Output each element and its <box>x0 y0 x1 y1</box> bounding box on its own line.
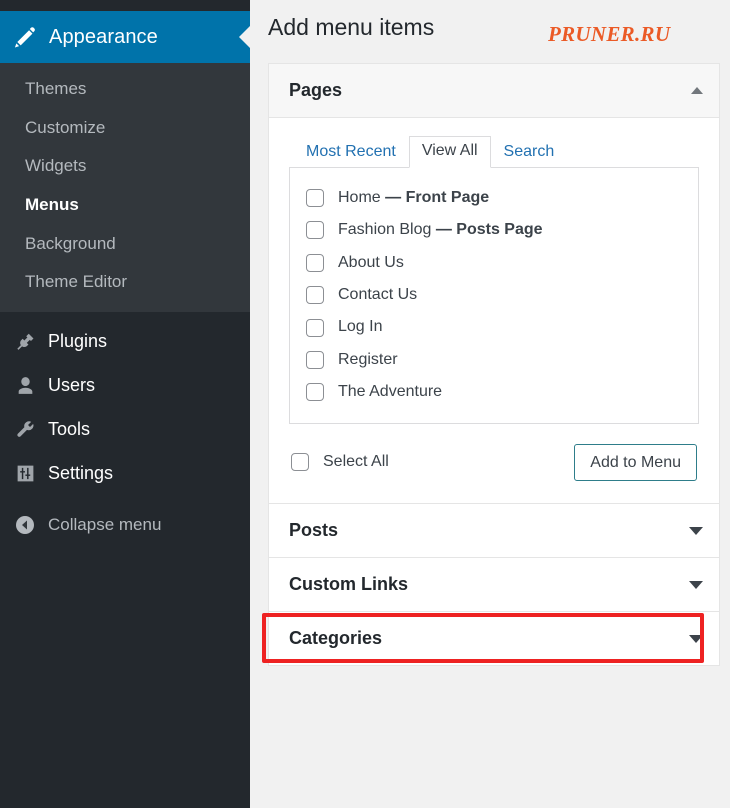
list-item[interactable]: Register <box>306 344 682 376</box>
chevron-down-icon[interactable] <box>689 580 703 589</box>
sidebar-item-settings[interactable]: Settings <box>0 452 250 496</box>
wrench-icon <box>12 419 38 441</box>
pages-checkbox-list: Home — Front Page Fashion Blog — Posts P… <box>289 167 699 424</box>
sliders-icon <box>12 463 38 485</box>
sidebar-subitem-background[interactable]: Background <box>0 225 250 264</box>
checkbox-the-adventure[interactable] <box>306 383 324 402</box>
sidebar-item-plugins[interactable]: Plugins <box>0 320 250 364</box>
user-icon <box>12 375 38 397</box>
list-item-suffix: — Front Page <box>385 188 490 206</box>
checkbox-log-in[interactable] <box>306 318 324 337</box>
checkbox-fashion-blog[interactable] <box>306 221 324 240</box>
pages-panel-footer: Select All Add to Menu <box>289 424 699 486</box>
plug-icon <box>12 331 38 353</box>
panel-categories-title: Categories <box>289 628 383 649</box>
panel-custom-links-title: Custom Links <box>289 574 409 595</box>
checkbox-register[interactable] <box>306 351 324 370</box>
admin-screen: Appearance Themes Customize Widgets Menu… <box>0 0 730 808</box>
list-item-name: Home <box>338 188 381 206</box>
sidebar-subitem-theme-editor[interactable]: Theme Editor <box>0 263 250 302</box>
list-item[interactable]: The Adventure <box>306 376 682 408</box>
list-item[interactable]: Fashion Blog — Posts Page <box>306 214 682 246</box>
panel-pages-header[interactable]: Pages <box>269 63 719 118</box>
appearance-submenu: Themes Customize Widgets Menus Backgroun… <box>0 63 250 312</box>
panel-custom-links: Custom Links <box>268 557 720 612</box>
admin-sidebar: Appearance Themes Customize Widgets Menu… <box>0 0 250 808</box>
sidebar-top-strip <box>0 0 250 11</box>
sidebar-item-users-label: Users <box>48 375 96 396</box>
panel-pages-body: Most Recent View All Search Home — Front… <box>269 117 719 504</box>
sidebar-subitem-widgets[interactable]: Widgets <box>0 147 250 186</box>
checkbox-select-all[interactable] <box>291 453 309 472</box>
sidebar-item-appearance[interactable]: Appearance <box>0 11 250 63</box>
sidebar-item-plugins-label: Plugins <box>48 331 108 352</box>
panel-custom-links-header[interactable]: Custom Links <box>269 558 719 612</box>
sidebar-active-arrow-icon <box>239 26 250 48</box>
panel-categories-header[interactable]: Categories <box>269 612 719 666</box>
pages-tablist: Most Recent View All Search <box>289 135 699 168</box>
sidebar-item-appearance-label: Appearance <box>49 25 158 48</box>
collapse-menu-button[interactable]: Collapse menu <box>0 502 250 548</box>
sidebar-item-tools[interactable]: Tools <box>0 408 250 452</box>
tab-view-all[interactable]: View All <box>408 135 491 168</box>
list-item-name: Fashion Blog <box>338 221 432 239</box>
chevron-down-icon[interactable] <box>689 634 703 643</box>
list-item-label: Home — Front Page <box>338 187 489 209</box>
sidebar-main-items: Plugins Users Tools Settings Collapse me… <box>0 312 250 548</box>
add-menu-items-accordion: Pages Most Recent View All Search Home —… <box>268 62 720 667</box>
arrow-left-circle-icon <box>12 514 38 536</box>
select-all-label: Select All <box>323 453 389 471</box>
sidebar-item-settings-label: Settings <box>48 463 114 484</box>
tab-search[interactable]: Search <box>491 137 568 168</box>
sidebar-item-users[interactable]: Users <box>0 364 250 408</box>
panel-posts-title: Posts <box>289 520 339 541</box>
list-item[interactable]: Log In <box>306 311 682 343</box>
sidebar-subitem-themes[interactable]: Themes <box>0 70 250 109</box>
add-to-menu-button[interactable]: Add to Menu <box>574 443 697 482</box>
sidebar-item-tools-label: Tools <box>48 419 91 440</box>
collapse-menu-label: Collapse menu <box>48 514 162 534</box>
list-item-label: About Us <box>338 253 404 271</box>
panel-categories: Categories <box>268 611 720 667</box>
panel-posts-header[interactable]: Posts <box>269 504 719 558</box>
list-item[interactable]: Contact Us <box>306 279 682 311</box>
list-item-label: Contact Us <box>338 286 418 304</box>
list-item-label: Fashion Blog — Posts Page <box>338 219 543 241</box>
paintbrush-icon <box>13 25 37 49</box>
sidebar-subitem-customize[interactable]: Customize <box>0 109 250 148</box>
list-item-label: Log In <box>338 318 383 336</box>
checkbox-about-us[interactable] <box>306 253 324 272</box>
main-content: Add menu items PRUNER.RU Pages Most Rece… <box>250 0 730 808</box>
select-all-control[interactable]: Select All <box>291 453 389 472</box>
list-item-suffix: — Posts Page <box>435 221 543 239</box>
checkbox-contact-us[interactable] <box>306 286 324 305</box>
tab-most-recent[interactable]: Most Recent <box>293 137 409 168</box>
panel-pages: Pages Most Recent View All Search Home —… <box>268 62 720 504</box>
watermark: PRUNER.RU <box>548 22 671 46</box>
chevron-up-icon[interactable] <box>691 86 703 94</box>
sidebar-subitem-menus[interactable]: Menus <box>0 186 250 225</box>
checkbox-home[interactable] <box>306 189 324 208</box>
list-item[interactable]: Home — Front Page <box>306 182 682 214</box>
panel-posts: Posts <box>268 503 720 558</box>
list-item[interactable]: About Us <box>306 247 682 279</box>
panel-pages-title: Pages <box>289 79 343 100</box>
list-item-label: The Adventure <box>338 383 443 401</box>
chevron-down-icon[interactable] <box>689 526 703 535</box>
list-item-label: Register <box>338 350 398 368</box>
